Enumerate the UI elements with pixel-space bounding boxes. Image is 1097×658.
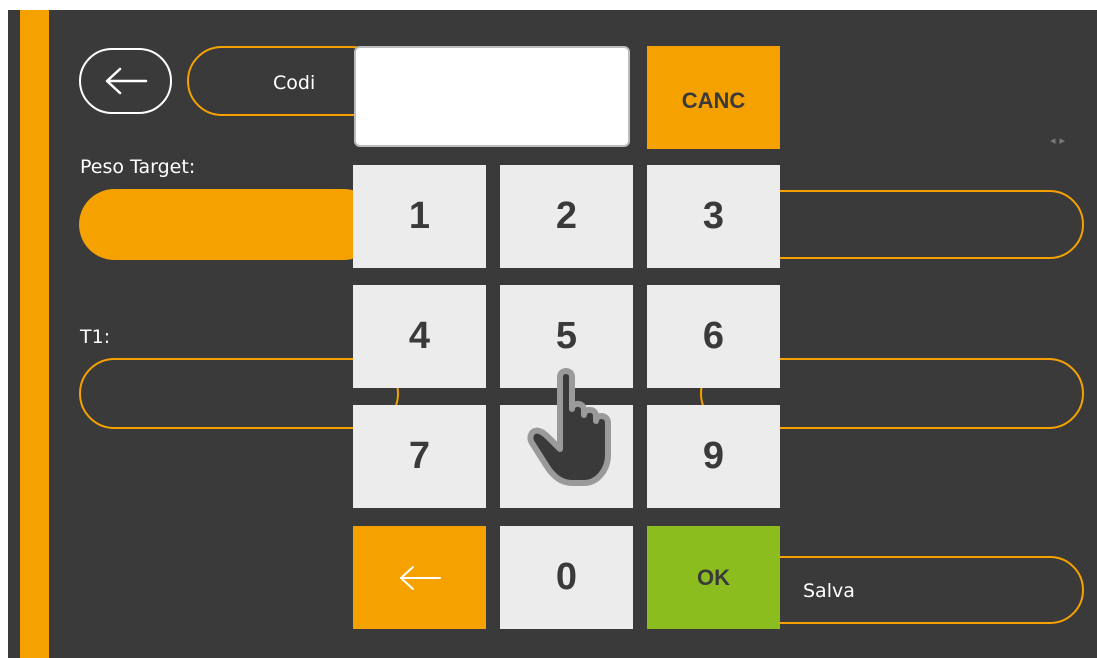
key-7-label: 7 [408, 435, 431, 477]
ok-button[interactable]: OK [647, 526, 780, 629]
save-button-label: Salva [803, 580, 855, 602]
key-4[interactable]: 4 [353, 285, 486, 388]
ok-button-label: OK [697, 564, 730, 590]
t1-field[interactable] [79, 358, 399, 429]
key-6[interactable]: 6 [647, 285, 780, 388]
key-4-label: 4 [408, 315, 431, 357]
arrow-left-icon [105, 67, 147, 95]
key-3-label: 3 [702, 195, 725, 237]
key-1[interactable]: 1 [353, 165, 486, 268]
key-1-label: 1 [408, 195, 431, 237]
key-3[interactable]: 3 [647, 165, 780, 268]
keypad-display[interactable] [354, 46, 630, 147]
arrow-left-icon [399, 565, 441, 590]
peso-target-label: Peso Target: [80, 156, 196, 178]
key-6-label: 6 [702, 315, 725, 357]
t1-label: T1: [80, 326, 111, 348]
key-9-label: 9 [702, 435, 725, 477]
backspace-button[interactable] [353, 526, 486, 629]
cancel-button[interactable]: CANC [647, 46, 780, 149]
key-9[interactable]: 9 [647, 405, 780, 508]
code-field-label: Codi [273, 72, 316, 94]
side-accent-bar [20, 10, 49, 658]
back-button[interactable] [79, 48, 172, 114]
hand-pointer-icon [527, 368, 611, 486]
key-0-label: 0 [555, 556, 578, 598]
key-2-label: 2 [555, 195, 578, 237]
key-5-label: 5 [555, 315, 578, 357]
key-7[interactable]: 7 [353, 405, 486, 508]
key-0[interactable]: 0 [500, 526, 633, 629]
left-right-arrows-icon: ◂▸ [1050, 134, 1070, 147]
key-2[interactable]: 2 [500, 165, 633, 268]
peso-target-field[interactable] [79, 189, 379, 260]
cancel-button-label: CANC [681, 87, 746, 113]
